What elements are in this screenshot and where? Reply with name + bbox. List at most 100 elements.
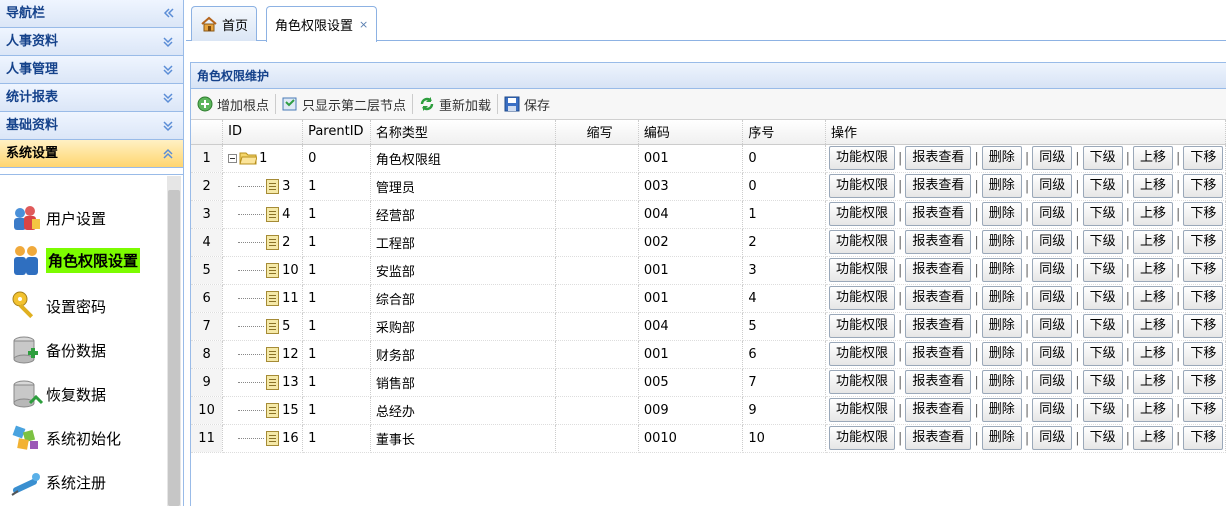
move-down-button[interactable]: 下移 [1183, 258, 1224, 282]
function-permission-button[interactable]: 功能权限 [828, 202, 895, 226]
sibling-button[interactable]: 同级 [1032, 202, 1073, 226]
table-row[interactable]: 2 3 1 管理员 003 0 功能权限 | 报表查看 | 删除 | 同级 | 下级 | 上移 | 下移 [191, 172, 1226, 201]
function-permission-button[interactable]: 功能权限 [828, 174, 895, 198]
child-button[interactable]: 下级 [1082, 342, 1123, 366]
sibling-button[interactable]: 同级 [1032, 286, 1073, 310]
report-view-button[interactable]: 报表查看 [905, 398, 972, 422]
child-button[interactable]: 下级 [1082, 202, 1123, 226]
double-chevron-up-icon[interactable] [163, 140, 175, 160]
table-row[interactable]: 9 13 1 销售部 005 7 功能权限 | 报表查看 | 删除 | 同级 | 下级 | 上移 | 下移 [191, 368, 1226, 397]
child-button[interactable]: 下级 [1082, 258, 1123, 282]
delete-button[interactable]: 删除 [981, 258, 1022, 282]
table-row[interactable]: 6 11 1 综合部 001 4 功能权限 | 报表查看 | 删除 | 同级 | 下级 | 上移 | 下移 [191, 284, 1226, 313]
move-down-button[interactable]: 下移 [1183, 342, 1224, 366]
sibling-button[interactable]: 同级 [1032, 146, 1073, 170]
move-down-button[interactable]: 下移 [1183, 426, 1224, 450]
sibling-button[interactable]: 同级 [1032, 258, 1073, 282]
report-view-button[interactable]: 报表查看 [905, 202, 972, 226]
add-root-button[interactable]: 增加根点 [197, 95, 269, 114]
function-permission-button[interactable]: 功能权限 [828, 398, 895, 422]
move-up-button[interactable]: 上移 [1133, 286, 1174, 310]
child-button[interactable]: 下级 [1082, 426, 1123, 450]
close-icon[interactable]: × [359, 18, 368, 31]
function-permission-button[interactable]: 功能权限 [828, 258, 895, 282]
function-permission-button[interactable]: 功能权限 [828, 146, 895, 170]
column-header-name[interactable]: 名称类型 [370, 120, 557, 145]
delete-button[interactable]: 删除 [981, 426, 1022, 450]
accordion-header-4[interactable]: 基础资料 [0, 112, 183, 140]
sidebar-item-0[interactable]: 用户设置 [10, 201, 106, 235]
delete-button[interactable]: 删除 [981, 174, 1022, 198]
accordion-header-5[interactable]: 系统设置 [0, 140, 183, 168]
sidebar-item-3[interactable]: 备份数据 [10, 333, 106, 367]
sibling-button[interactable]: 同级 [1032, 314, 1073, 338]
function-permission-button[interactable]: 功能权限 [828, 314, 895, 338]
delete-button[interactable]: 删除 [981, 230, 1022, 254]
save-button[interactable]: 保存 [504, 95, 550, 114]
double-chevron-down-icon[interactable] [163, 112, 175, 132]
function-permission-button[interactable]: 功能权限 [828, 426, 895, 450]
delete-button[interactable]: 删除 [981, 314, 1022, 338]
child-button[interactable]: 下级 [1082, 370, 1123, 394]
sibling-button[interactable]: 同级 [1032, 426, 1073, 450]
accordion-header-1[interactable]: 人事资料 [0, 28, 183, 56]
table-row[interactable]: 11 16 1 董事长 0010 10 功能权限 | 报表查看 | 删除 | 同级 | 下级 | 上移 | 下移 [191, 424, 1226, 453]
move-up-button[interactable]: 上移 [1133, 146, 1174, 170]
sibling-button[interactable]: 同级 [1032, 174, 1073, 198]
report-view-button[interactable]: 报表查看 [905, 342, 972, 366]
delete-button[interactable]: 删除 [981, 202, 1022, 226]
sibling-button[interactable]: 同级 [1032, 398, 1073, 422]
move-down-button[interactable]: 下移 [1183, 146, 1224, 170]
double-chevron-down-icon[interactable] [163, 84, 175, 104]
delete-button[interactable]: 删除 [981, 146, 1022, 170]
report-view-button[interactable]: 报表查看 [905, 174, 972, 198]
function-permission-button[interactable]: 功能权限 [828, 230, 895, 254]
child-button[interactable]: 下级 [1082, 286, 1123, 310]
sidebar-scrollbar-thumb[interactable] [168, 190, 180, 506]
sibling-button[interactable]: 同级 [1032, 342, 1073, 366]
move-up-button[interactable]: 上移 [1133, 398, 1174, 422]
table-row[interactable]: 7 5 1 采购部 004 5 功能权限 | 报表查看 | 删除 | 同级 | 下级 | 上移 | 下移 [191, 312, 1226, 341]
delete-button[interactable]: 删除 [981, 342, 1022, 366]
move-down-button[interactable]: 下移 [1183, 398, 1224, 422]
tab-home[interactable]: 首页 [191, 6, 258, 41]
table-row[interactable]: 4 2 1 工程部 002 2 功能权限 | 报表查看 | 删除 | 同级 | 下级 | 上移 | 下移 [191, 228, 1226, 257]
show-second-level-button[interactable]: 只显示第二层节点 [282, 95, 406, 114]
table-row[interactable]: 1 1 0 角色权限组 001 0 功能权限 | 报表查看 | 删除 | 同级 | 下级 | 上移 | 下移 [191, 144, 1226, 173]
report-view-button[interactable]: 报表查看 [905, 314, 972, 338]
move-up-button[interactable]: 上移 [1133, 370, 1174, 394]
double-chevron-down-icon[interactable] [163, 28, 175, 48]
move-up-button[interactable]: 上移 [1133, 426, 1174, 450]
column-header-code[interactable]: 编码 [638, 120, 744, 145]
move-up-button[interactable]: 上移 [1133, 258, 1174, 282]
move-down-button[interactable]: 下移 [1183, 314, 1224, 338]
move-down-button[interactable]: 下移 [1183, 174, 1224, 198]
move-down-button[interactable]: 下移 [1183, 286, 1224, 310]
delete-button[interactable]: 删除 [981, 398, 1022, 422]
accordion-header-2[interactable]: 人事管理 [0, 56, 183, 84]
delete-button[interactable]: 删除 [981, 370, 1022, 394]
double-chevron-down-icon[interactable] [163, 56, 175, 76]
sidebar-item-4[interactable]: 恢复数据 [10, 377, 106, 411]
function-permission-button[interactable]: 功能权限 [828, 286, 895, 310]
report-view-button[interactable]: 报表查看 [905, 146, 972, 170]
delete-button[interactable]: 删除 [981, 286, 1022, 310]
report-view-button[interactable]: 报表查看 [905, 426, 972, 450]
sidebar-item-1[interactable]: 角色权限设置 [10, 243, 141, 277]
sidebar-item-5[interactable]: 系统初始化 [10, 421, 121, 455]
table-row[interactable]: 3 4 1 经营部 004 1 功能权限 | 报表查看 | 删除 | 同级 | 下级 | 上移 | 下移 [191, 200, 1226, 229]
reload-button[interactable]: 重新加载 [419, 95, 491, 114]
sidebar-item-6[interactable]: 系统注册 [10, 465, 106, 499]
accordion-header-3[interactable]: 统计报表 [0, 84, 183, 112]
function-permission-button[interactable]: 功能权限 [828, 342, 895, 366]
child-button[interactable]: 下级 [1082, 174, 1123, 198]
sidebar-item-2[interactable]: 设置密码 [10, 289, 106, 323]
report-view-button[interactable]: 报表查看 [905, 286, 972, 310]
move-up-button[interactable]: 上移 [1133, 174, 1174, 198]
double-chevron-left-icon[interactable] [163, 0, 175, 20]
accordion-header-0[interactable]: 导航栏 [0, 0, 183, 28]
tab-role-permission[interactable]: 角色权限设置 × [266, 6, 378, 42]
move-up-button[interactable]: 上移 [1133, 314, 1174, 338]
child-button[interactable]: 下级 [1082, 146, 1123, 170]
move-up-button[interactable]: 上移 [1133, 202, 1174, 226]
